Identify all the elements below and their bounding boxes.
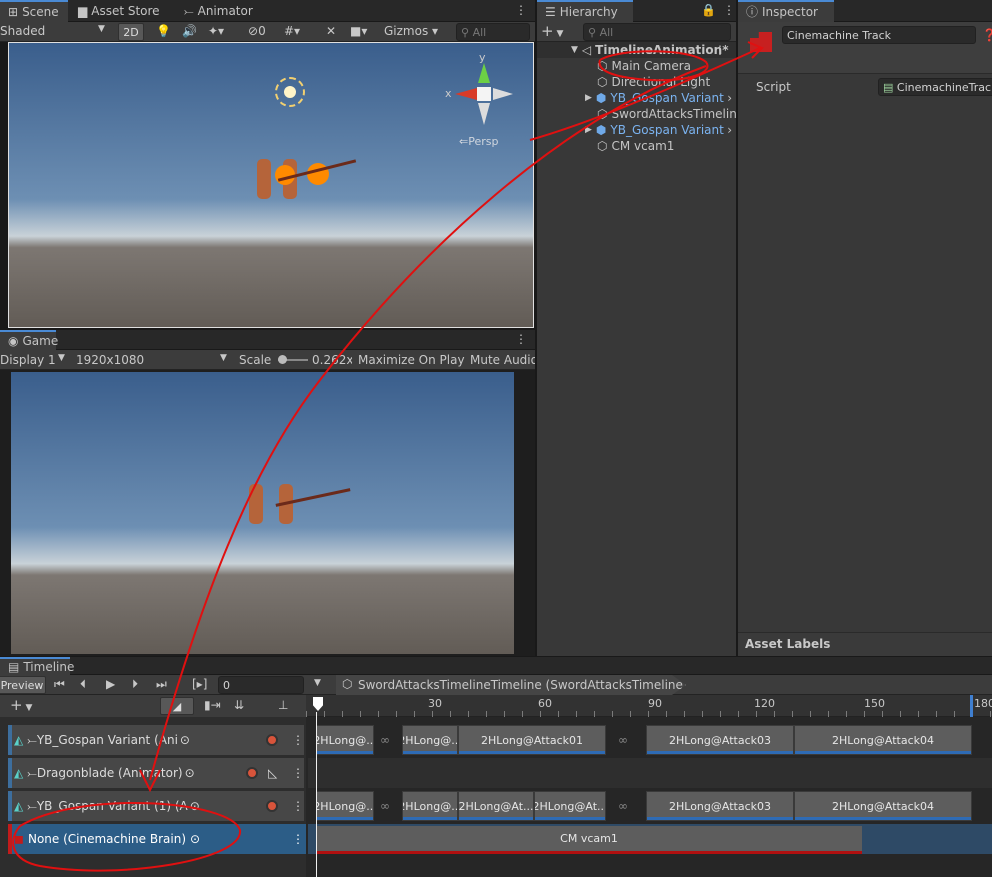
annotation-arrow-curve (149, 65, 707, 781)
annotation-circle-brain-track (12, 801, 242, 872)
annotation-circle-main-camera (598, 50, 709, 82)
annotation-overlay (12, 41, 764, 872)
